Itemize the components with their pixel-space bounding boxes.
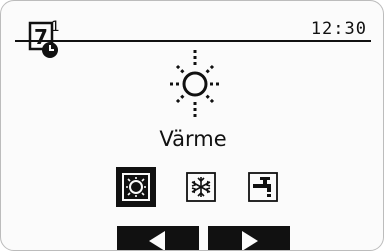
arrow-right-icon <box>242 231 258 250</box>
previous-button[interactable] <box>117 226 199 250</box>
arrow-left-icon <box>149 231 165 250</box>
device-screen: 7 1 12:30 Värme <box>0 0 384 251</box>
header-superscript: 1 <box>51 19 60 35</box>
sun-icon <box>167 47 223 121</box>
next-button[interactable] <box>208 226 290 250</box>
heating-icon <box>122 173 150 201</box>
cooling-mode-button[interactable] <box>181 167 221 207</box>
clock: 12:30 <box>310 19 367 39</box>
mode-label: Värme <box>159 127 227 151</box>
hot-water-mode-button[interactable] <box>243 167 283 207</box>
heating-mode-button[interactable] <box>116 167 156 207</box>
faucet-icon <box>248 172 278 202</box>
header-divider <box>15 40 371 42</box>
snowflake-icon <box>186 172 216 202</box>
